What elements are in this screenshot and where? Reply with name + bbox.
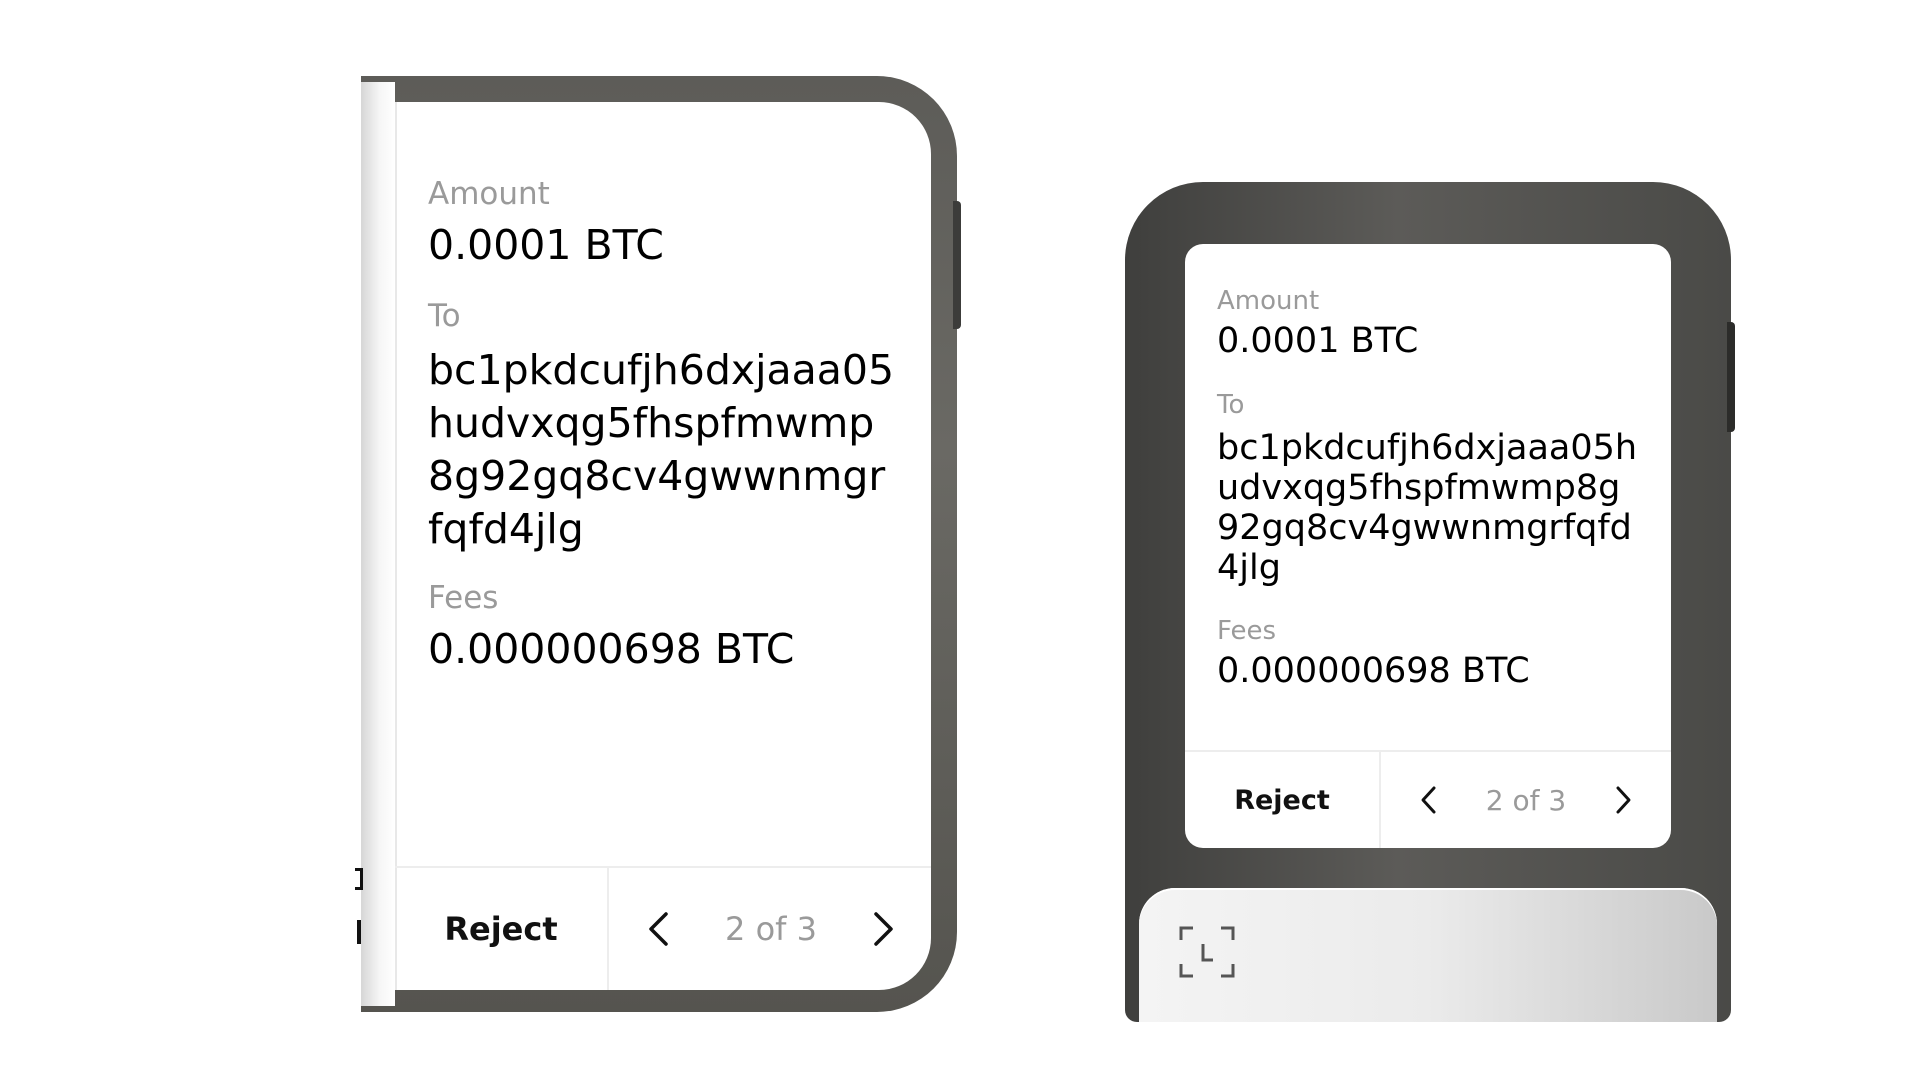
edge-marking (355, 920, 361, 944)
to-label: To (1217, 390, 1245, 420)
amount-value: 0.0001 BTC (428, 221, 664, 269)
page-indicator: 2 of 3 (725, 910, 817, 948)
recipient-address: bc1pkdcufjh6dxjaaa05hudvxqg5fhspfmwmp8g9… (1217, 428, 1638, 588)
chevron-left-icon[interactable] (647, 911, 669, 947)
screen-footer: Reject 2 of 3 (395, 866, 931, 990)
fees-label: Fees (428, 580, 499, 616)
chevron-right-icon[interactable] (873, 911, 895, 947)
qr-scan-icon[interactable] (1179, 926, 1235, 978)
chevron-left-icon[interactable] (1419, 785, 1437, 815)
side-button[interactable] (953, 201, 961, 329)
chevron-right-icon[interactable] (1615, 785, 1633, 815)
to-label: To (428, 298, 461, 334)
amount-value: 0.0001 BTC (1217, 321, 1419, 361)
page-indicator: 2 of 3 (1485, 783, 1567, 817)
recipient-address: bc1pkdcufjh6dxjaaa05hudvxqg5fhspfmwmp8g9… (428, 346, 895, 553)
side-button[interactable] (1727, 322, 1735, 432)
pagination: 2 of 3 (609, 868, 931, 990)
device-screen: Amount 0.0001 BTC To bc1pkdcufjh6dxjaaa0… (1185, 244, 1671, 848)
amount-label: Amount (428, 176, 550, 212)
fees-value: 0.000000698 BTC (1217, 651, 1530, 691)
device-base (1139, 888, 1717, 1022)
hardware-wallet-large: Amount 0.0001 BTC To bc1pkdcufjh6dxjaaa0… (355, 76, 961, 1012)
reject-button[interactable]: Reject (395, 868, 609, 990)
hardware-wallet-small: Amount 0.0001 BTC To bc1pkdcufjh6dxjaaa0… (1125, 182, 1735, 1022)
fees-value: 0.000000698 BTC (428, 625, 795, 673)
transaction-details: Amount 0.0001 BTC To bc1pkdcufjh6dxjaaa0… (1217, 286, 1651, 692)
edge-marking (355, 868, 363, 890)
device-edge (361, 82, 395, 1006)
fees-label: Fees (1217, 616, 1277, 646)
amount-label: Amount (1217, 286, 1320, 316)
device-screen: Amount 0.0001 BTC To bc1pkdcufjh6dxjaaa0… (395, 102, 931, 990)
transaction-details: Amount 0.0001 BTC To bc1pkdcufjh6dxjaaa0… (428, 176, 911, 676)
reject-button[interactable]: Reject (1185, 752, 1381, 848)
screen-footer: Reject 2 of 3 (1185, 750, 1671, 848)
pagination: 2 of 3 (1381, 752, 1671, 848)
